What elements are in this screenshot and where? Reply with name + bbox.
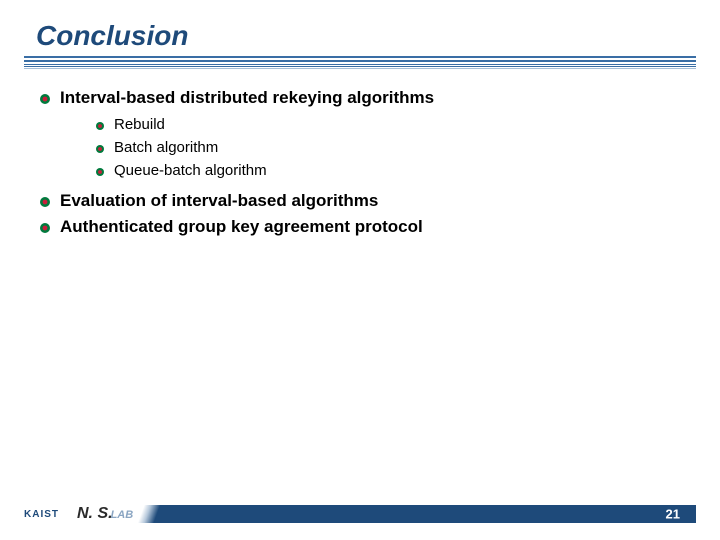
slide: Conclusion Interval-based distributed re… bbox=[0, 0, 720, 540]
lab-main: N. S bbox=[77, 505, 108, 522]
bullet-icon bbox=[96, 122, 104, 130]
bullet-icon bbox=[40, 223, 50, 233]
bullet-icon bbox=[40, 94, 50, 104]
bullet-text: Authenticated group key agreement protoc… bbox=[60, 217, 423, 237]
footer-bar: 21 bbox=[151, 505, 696, 523]
org-logo: KAIST bbox=[24, 509, 59, 520]
bullet-icon bbox=[96, 145, 104, 153]
bullet-icon bbox=[40, 197, 50, 207]
content-area: Interval-based distributed rekeying algo… bbox=[40, 88, 680, 243]
lab-logo: N. S.LAB bbox=[77, 505, 133, 523]
list-item: Evaluation of interval-based algorithms bbox=[40, 191, 680, 211]
list-item: Queue-batch algorithm bbox=[96, 162, 680, 179]
slide-title: Conclusion bbox=[24, 20, 696, 54]
page-number: 21 bbox=[666, 507, 680, 522]
lab-sub: LAB bbox=[111, 509, 134, 521]
list-item: Batch algorithm bbox=[96, 139, 680, 156]
bullet-text: Batch algorithm bbox=[114, 139, 218, 156]
sub-list: Rebuild Batch algorithm Queue-batch algo… bbox=[96, 116, 680, 179]
title-block: Conclusion bbox=[24, 20, 696, 69]
bullet-text: Rebuild bbox=[114, 116, 165, 133]
bullet-text: Queue-batch algorithm bbox=[114, 162, 267, 179]
list-item: Interval-based distributed rekeying algo… bbox=[40, 88, 680, 108]
footer: KAIST N. S.LAB 21 bbox=[24, 502, 696, 526]
bullet-text: Interval-based distributed rekeying algo… bbox=[60, 88, 434, 108]
title-underline bbox=[24, 56, 696, 69]
bullet-text: Evaluation of interval-based algorithms bbox=[60, 191, 378, 211]
list-item: Authenticated group key agreement protoc… bbox=[40, 217, 680, 237]
bullet-icon bbox=[96, 168, 104, 176]
list-item: Rebuild bbox=[96, 116, 680, 133]
